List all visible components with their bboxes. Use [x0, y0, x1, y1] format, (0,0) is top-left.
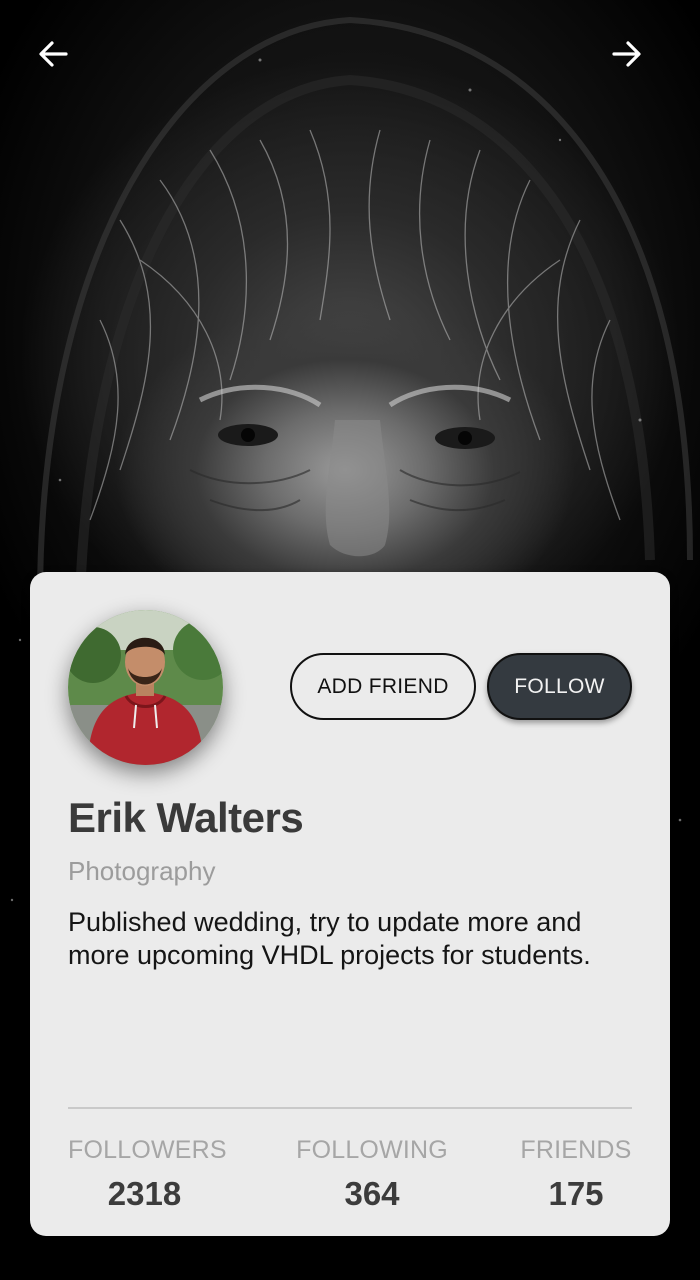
- back-button[interactable]: [34, 34, 74, 74]
- stat-friends[interactable]: FRIENDS 175: [520, 1136, 632, 1213]
- stat-value: 175: [548, 1175, 604, 1212]
- add-friend-button[interactable]: ADD FRIEND: [290, 653, 476, 720]
- profile-card: ADD FRIEND FOLLOW Erik Walters Photograp…: [30, 572, 670, 1236]
- stat-value: 364: [344, 1175, 400, 1212]
- arrow-right-icon: [612, 41, 641, 67]
- profile-bio: Published wedding, try to update more an…: [68, 907, 591, 970]
- arrow-left-icon: [39, 41, 68, 67]
- profile-category: Photography: [68, 856, 216, 886]
- stat-label: FOLLOWERS: [68, 1136, 227, 1164]
- profile-name: Erik Walters: [68, 794, 304, 841]
- avatar-photo: [68, 610, 223, 765]
- follow-button[interactable]: FOLLOW: [487, 653, 632, 720]
- stat-label: FRIENDS: [520, 1136, 632, 1164]
- stat-following[interactable]: FOLLOWING 364: [294, 1136, 450, 1213]
- avatar[interactable]: [68, 610, 223, 765]
- forward-button[interactable]: [606, 34, 646, 74]
- stat-followers[interactable]: FOLLOWERS 2318: [68, 1136, 227, 1213]
- stat-value: 2318: [107, 1175, 182, 1212]
- divider: [68, 1107, 632, 1109]
- stat-label: FOLLOWING: [296, 1136, 448, 1164]
